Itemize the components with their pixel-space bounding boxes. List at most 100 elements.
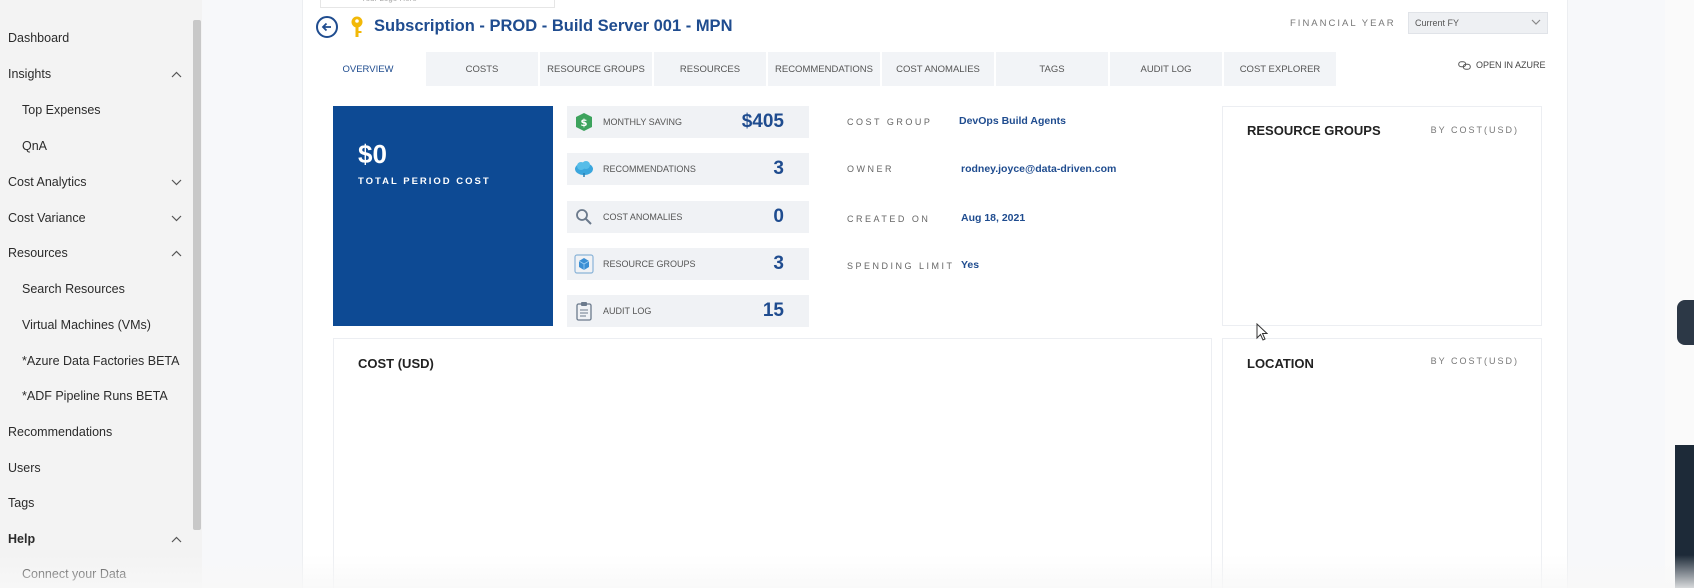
location-card: LOCATION BY COST(USD) (1222, 338, 1542, 588)
kpi-recommendations[interactable]: RECOMMENDATIONS 3 (567, 153, 809, 185)
cube-icon (574, 254, 594, 274)
sidebar-item-dashboard[interactable]: Dashboard (8, 20, 183, 56)
clipboard-icon (574, 301, 594, 321)
sidebar-item-label: Cost Variance (8, 211, 86, 225)
kpi-cost-anomalies[interactable]: COST ANOMALIES 0 (567, 201, 809, 233)
sidebar: Dashboard Insights Top Expenses QnA Cost… (0, 0, 202, 588)
cost-card: COST (USD) (333, 338, 1212, 588)
kpi-audit-log[interactable]: AUDIT LOG 15 (567, 295, 809, 327)
cost-group-label: COST GROUP (847, 117, 933, 127)
dollar-shield-icon: $ (574, 112, 594, 132)
sidebar-item-users[interactable]: Users (8, 450, 183, 486)
kpi-value: 3 (773, 253, 784, 274)
magnifier-icon (574, 207, 594, 227)
sidebar-item-adf-pipeline-runs[interactable]: *ADF Pipeline Runs BETA (22, 378, 183, 414)
open-in-azure-label: OPEN IN AZURE (1476, 60, 1546, 70)
kpi-label: AUDIT LOG (603, 306, 652, 316)
sidebar-item-label: *Azure Data Factories BETA (22, 354, 180, 368)
kpi-value: 15 (762, 300, 784, 321)
sidebar-item-label: QnA (22, 139, 48, 153)
sidebar-item-label: Top Expenses (22, 103, 101, 117)
resource-groups-subtitle: BY COST(USD) (1430, 125, 1519, 135)
sidebar-item-azure-data-factories[interactable]: *Azure Data Factories BETA (22, 343, 183, 379)
kpi-resource-groups[interactable]: RESOURCE GROUPS 3 (567, 248, 809, 280)
sidebar-item-insights[interactable]: Insights (8, 56, 183, 92)
mouse-cursor-icon (1256, 323, 1268, 341)
chevron-down-icon (1531, 19, 1541, 25)
location-title: LOCATION (1247, 356, 1314, 371)
kpi-value: 0 (773, 206, 784, 227)
chevron-down-icon (169, 211, 183, 225)
sidebar-item-label: Dashboard (8, 31, 70, 45)
sidebar-scrollbar[interactable] (193, 20, 201, 530)
tab-recommendations[interactable]: RECOMMENDATIONS (768, 52, 880, 86)
owner-value: rodney.joyce@data-driven.com (961, 163, 1117, 175)
kpi-label: MONTHLY SAVING (603, 117, 683, 127)
chevron-up-icon (169, 67, 183, 81)
page-title: Subscription - PROD - Build Server 001 -… (374, 17, 733, 35)
sidebar-item-label: Recommendations (8, 425, 113, 439)
tab-cost-explorer[interactable]: COST EXPLORER (1224, 52, 1336, 86)
link-icon (1458, 60, 1471, 70)
sidebar-item-label: Users (8, 461, 41, 475)
kpi-label: RECOMMENDATIONS (603, 164, 696, 174)
owner-label: OWNER (847, 164, 894, 174)
sidebar-item-search-resources[interactable]: Search Resources (22, 271, 183, 307)
sidebar-item-label: Cost Analytics (8, 175, 87, 189)
sidebar-item-label: Search Resources (22, 282, 125, 296)
sidebar-item-label: Insights (8, 67, 52, 81)
tab-tags[interactable]: TAGS (996, 52, 1108, 86)
kpi-label: COST ANOMALIES (603, 212, 683, 222)
kpi-monthly-saving[interactable]: $ MONTHLY SAVING $405 (567, 106, 809, 138)
tab-costs[interactable]: COSTS (426, 52, 538, 86)
total-period-cost-tile: $0 TOTAL PERIOD COST (333, 106, 553, 326)
chevron-up-icon (169, 246, 183, 260)
chevron-down-icon (169, 175, 183, 189)
sidebar-item-connect-data[interactable]: Connect your Data (22, 556, 183, 588)
sidebar-item-cost-analytics[interactable]: Cost Analytics (8, 164, 183, 200)
created-on-label: CREATED ON (847, 214, 931, 224)
sidebar-item-label: Tags (8, 496, 35, 510)
chevron-up-icon (169, 532, 183, 546)
kpi-value: 3 (773, 158, 784, 179)
resource-groups-title: RESOURCE GROUPS (1247, 123, 1381, 138)
sidebar-item-label: Connect your Data (22, 567, 127, 581)
financial-year-label: FINANCIAL YEAR (1290, 18, 1396, 29)
sidebar-item-label: *ADF Pipeline Runs BETA (22, 389, 168, 403)
tab-resource-groups[interactable]: RESOURCE GROUPS (540, 52, 652, 86)
spending-limit-label: SPENDING LIMIT (847, 261, 955, 271)
sidebar-item-resources[interactable]: Resources (8, 235, 183, 271)
arrow-left-icon (321, 22, 331, 32)
key-icon (351, 16, 363, 37)
total-period-cost-value: $0 (358, 139, 387, 169)
kpi-label: RESOURCE GROUPS (603, 259, 696, 269)
location-subtitle: BY COST(USD) (1430, 356, 1519, 366)
right-edge (1665, 0, 1694, 588)
logo-placeholder: Your Logo Here (320, 0, 555, 8)
tab-audit-log[interactable]: AUDIT LOG (1110, 52, 1222, 86)
sidebar-item-label: Virtual Machines (VMs) (22, 318, 151, 332)
sidebar-item-cost-variance[interactable]: Cost Variance (8, 200, 183, 236)
sidebar-item-tags[interactable]: Tags (8, 485, 183, 521)
sidebar-item-qna[interactable]: QnA (22, 128, 183, 164)
sidebar-item-label: Help (8, 532, 36, 546)
tab-overview[interactable]: OVERVIEW (312, 52, 424, 86)
cost-group-value: DevOps Build Agents (959, 115, 1066, 127)
back-button[interactable] (316, 16, 338, 38)
cloud-icon (574, 159, 594, 179)
sidebar-item-recommendations[interactable]: Recommendations (8, 414, 183, 450)
created-on-value: Aug 18, 2021 (961, 212, 1026, 224)
sidebar-item-help[interactable]: Help (8, 521, 183, 557)
financial-year-select[interactable]: Current FY (1408, 12, 1548, 34)
kpi-value: $405 (741, 111, 784, 132)
tab-resources[interactable]: RESOURCES (654, 52, 766, 86)
sidebar-item-label: Resources (8, 246, 68, 260)
tab-cost-anomalies[interactable]: COST ANOMALIES (882, 52, 994, 86)
financial-year-value: Current FY (1415, 18, 1460, 28)
open-in-azure-link[interactable]: OPEN IN AZURE (1458, 60, 1546, 70)
sidebar-item-virtual-machines[interactable]: Virtual Machines (VMs) (22, 307, 183, 343)
spending-limit-value: Yes (961, 259, 980, 271)
sidebar-item-top-expenses[interactable]: Top Expenses (22, 92, 183, 128)
total-period-cost-label: TOTAL PERIOD COST (358, 176, 491, 187)
cost-title: COST (USD) (358, 356, 434, 371)
